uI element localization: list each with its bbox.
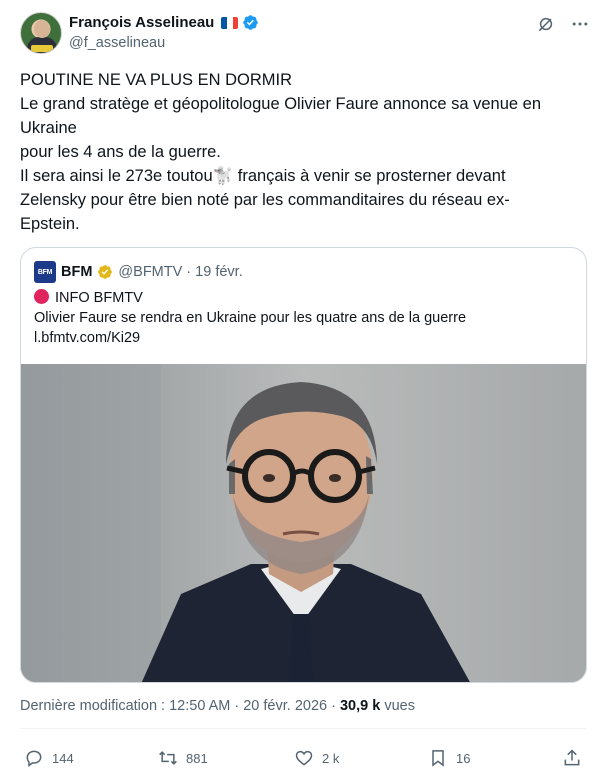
share-icon xyxy=(564,749,580,766)
more-icon[interactable] xyxy=(570,14,590,34)
quote-author-name[interactable]: BFM xyxy=(61,264,92,280)
tweet-line: POUTINE NE VA PLUS EN DORMIR xyxy=(20,71,292,89)
author-name-row[interactable]: François Asselineau xyxy=(69,14,259,31)
author-avatar[interactable] xyxy=(20,12,62,54)
bfm-logo[interactable]: BFM xyxy=(34,261,56,283)
like-button[interactable]: 2 k xyxy=(294,748,339,768)
verified-badge-icon xyxy=(243,15,259,30)
views-count: 30,9 k xyxy=(339,698,381,714)
tweet-line: Epstein. xyxy=(20,215,80,233)
heart-icon xyxy=(295,750,313,766)
reply-button[interactable]: 144 xyxy=(24,748,74,768)
tweet-line: Zelensky pour être bien noté par les com… xyxy=(20,191,510,209)
author-handle[interactable]: @f_asselineau xyxy=(69,35,165,51)
quoted-tweet[interactable]: BFM BFM @BFMTV · 19 févr. INFO BFMTV Oli… xyxy=(20,247,587,683)
repost-icon xyxy=(159,751,177,765)
reply-count: 144 xyxy=(52,750,74,766)
action-bar: 144 881 2 k 16 xyxy=(20,748,587,774)
grok-icon[interactable] xyxy=(536,14,556,34)
quote-line-headline: Olivier Faure se rendra en Ukraine pour … xyxy=(34,310,467,326)
repost-count: 881 xyxy=(186,750,208,766)
red-circle-icon xyxy=(34,289,49,304)
tweet-header: François Asselineau @f_asselineau xyxy=(20,12,590,56)
tweet-line: Il sera ainsi le 273e toutou🐩 français à… xyxy=(20,167,506,185)
verified-gold-badge-icon xyxy=(98,265,113,279)
bookmark-icon xyxy=(432,750,444,767)
quote-line-info: INFO BFMTV xyxy=(55,290,143,306)
quote-link[interactable]: l.bfmtv.com/Ki29 xyxy=(34,328,466,348)
tweet-meta: Dernière modification : 12:50 AM · 20 fé… xyxy=(20,698,415,714)
author-display-name[interactable]: François Asselineau xyxy=(69,14,214,31)
bookmark-button[interactable]: 16 xyxy=(428,748,470,768)
modified-timestamp[interactable]: Dernière modification : 12:50 AM · 20 fé… xyxy=(20,698,340,714)
tweet-text: POUTINE NE VA PLUS EN DORMIR Le grand st… xyxy=(20,68,580,236)
like-count: 2 k xyxy=(322,750,340,766)
reply-icon xyxy=(26,750,42,767)
france-flag-icon xyxy=(221,16,239,29)
quote-handle-date: @BFMTV · 19 févr. xyxy=(118,264,243,280)
share-button[interactable] xyxy=(562,748,582,768)
quote-photo[interactable] xyxy=(21,364,586,682)
repost-button[interactable]: 881 xyxy=(158,748,208,768)
tweet-line: Ukraine xyxy=(20,119,77,137)
bookmark-count: 16 xyxy=(456,750,471,766)
tweet-line: Le grand stratège et géopolitologue Oliv… xyxy=(20,95,542,113)
views-label: vues xyxy=(380,698,415,714)
tweet-line: pour les 4 ans de la guerre. xyxy=(20,143,221,161)
divider xyxy=(20,728,587,729)
